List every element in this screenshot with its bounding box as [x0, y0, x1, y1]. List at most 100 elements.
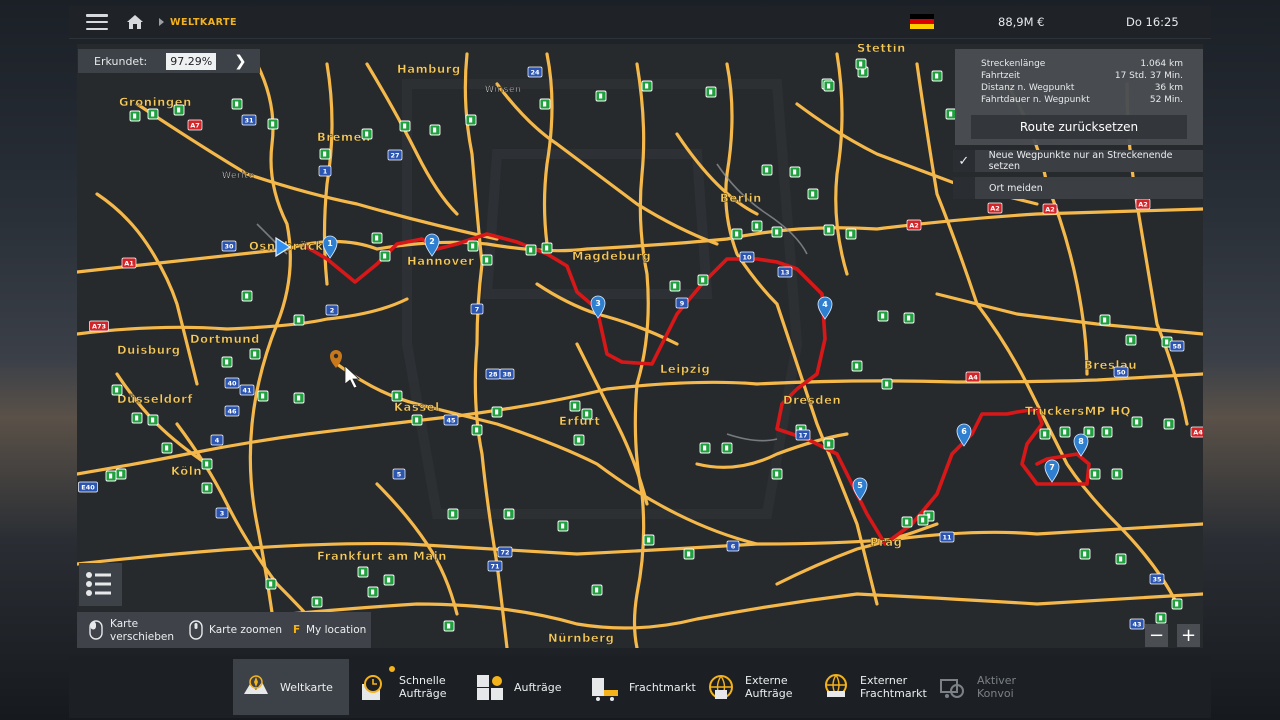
convoy-icon — [940, 679, 964, 698]
tab-schnelle-auftraege[interactable]: Schnelle Aufträge — [360, 659, 447, 715]
reset-route-button[interactable]: Route zurücksetzen — [971, 115, 1187, 139]
route-time-value: 17 Std. 37 Min. — [1114, 71, 1183, 81]
explored-label: Erkundet: — [94, 54, 148, 68]
road-shield-icon: A2 — [987, 202, 1003, 214]
service-station-icon — [525, 244, 537, 256]
service-station-icon — [699, 442, 711, 454]
service-station-icon — [1111, 468, 1123, 480]
tab-konvoi-line1: Aktiver — [977, 674, 1017, 687]
zoom-in-button[interactable]: + — [1177, 624, 1200, 647]
service-station-icon — [201, 458, 213, 470]
service-station-icon — [761, 164, 773, 176]
road-shield-icon: 17 — [795, 429, 811, 441]
road-shield-icon: A2 — [1135, 198, 1151, 210]
zoom-hint: Karte zoomen — [209, 624, 283, 636]
tab-externe-auftraege[interactable]: Externe Aufträge — [706, 659, 793, 715]
road-number-label: 1 — [323, 168, 328, 176]
road-number-label: 71 — [490, 563, 500, 571]
road-shield-icon: 71 — [487, 560, 503, 572]
layer-filter-button[interactable] — [79, 563, 122, 606]
route-length-label: Streckenlänge — [981, 59, 1046, 69]
road-shield-icon: 5 — [392, 468, 406, 480]
service-station-icon — [399, 120, 411, 132]
road-shield-icon: 43 — [1129, 618, 1145, 630]
waypoint-marker-icon[interactable]: 6 — [956, 423, 972, 447]
clock-crate-icon — [362, 675, 382, 700]
location-hint[interactable]: My location — [306, 624, 366, 636]
zoom-out-button[interactable]: − — [1145, 624, 1168, 647]
route-length-value: 1.064 km — [1140, 59, 1183, 69]
home-icon[interactable] — [125, 12, 145, 32]
tab-externer-frachtmarkt[interactable]: Externer Frachtmarkt — [821, 659, 927, 715]
waypoint-number: 1 — [327, 239, 333, 248]
service-station-icon — [221, 356, 233, 368]
service-station-icon — [881, 378, 893, 390]
service-station-icon — [447, 508, 459, 520]
service-station-icon — [361, 128, 373, 140]
road-shield-icon: E40 — [78, 481, 98, 493]
service-station-icon — [173, 104, 185, 116]
road-shield-icon: 50 — [1113, 366, 1129, 378]
tab-frachtmarkt-label: Frachtmarkt — [629, 680, 696, 694]
road-number-label: 50 — [1116, 369, 1126, 377]
service-station-icon — [751, 220, 763, 232]
road-shield-icon: 10 — [739, 251, 755, 263]
road-number-label: 41 — [242, 387, 252, 395]
service-station-icon — [541, 242, 553, 254]
tab-weltkarte-label: Weltkarte — [280, 680, 333, 694]
road-shield-icon: 6 — [726, 540, 740, 552]
drag-hint: Karte verschieben — [110, 618, 174, 644]
road-number-label: 9 — [680, 300, 685, 308]
globe-trailer-icon — [825, 674, 847, 697]
service-station-icon — [697, 274, 709, 286]
road-shield-icon: 40 — [224, 377, 240, 389]
chevron-right-icon[interactable]: ❯ — [234, 52, 247, 70]
map-compass-icon — [244, 675, 268, 694]
city-label: Duisburg — [117, 343, 181, 357]
waypoint-distance-label: Distanz n. Wegpunkt — [981, 83, 1075, 93]
service-station-icon — [823, 438, 835, 450]
service-station-icon — [267, 118, 279, 130]
service-station-icon — [161, 442, 173, 454]
service-station-icon — [823, 224, 835, 236]
tab-weltkarte[interactable]: Weltkarte — [233, 659, 349, 715]
money-balance: 88,9M € — [998, 15, 1045, 29]
option-waypoints-at-end[interactable]: ✓ Neue Wegpunkte nur an Streckenende set… — [953, 150, 1203, 172]
service-station-icon — [147, 414, 159, 426]
service-station-icon — [539, 98, 551, 110]
service-station-icon — [1059, 426, 1071, 438]
tab-schnelle-line2: Aufträge — [399, 687, 447, 700]
waypoint-marker-icon[interactable]: 5 — [852, 477, 868, 501]
road-shield-icon: 30 — [221, 240, 237, 252]
hamburger-icon[interactable] — [86, 14, 108, 30]
road-number-label: 58 — [1172, 343, 1182, 351]
service-station-icon — [771, 226, 783, 238]
waypoint-marker-icon[interactable]: 2 — [424, 233, 440, 257]
service-station-icon — [683, 548, 695, 560]
road-shield-icon: 35 — [1149, 573, 1165, 585]
road-number-label: A2 — [909, 222, 919, 230]
city-label: Leipzig — [660, 362, 710, 376]
country-flag-icon — [910, 14, 934, 29]
city-label: Magdeburg — [572, 249, 651, 263]
service-station-icon — [643, 534, 655, 546]
road-number-label: 27 — [390, 152, 399, 160]
checkbox-empty-icon[interactable] — [953, 177, 975, 199]
tab-frachtmarkt[interactable]: Frachtmarkt — [590, 659, 696, 715]
service-station-icon — [581, 408, 593, 420]
tab-auftraege[interactable]: Aufträge — [475, 659, 562, 715]
service-station-icon — [807, 188, 819, 200]
route-time-label: Fahrtzeit — [981, 71, 1021, 81]
checkbox-checked-icon[interactable]: ✓ — [953, 150, 975, 172]
service-station-icon — [1115, 553, 1127, 565]
tab-konvoi-line2: Konvoi — [977, 687, 1014, 700]
waypoint-marker-icon[interactable]: 4 — [817, 296, 833, 320]
waypoint-marker-icon[interactable]: 7 — [1044, 459, 1060, 483]
mouse-drag-icon — [89, 620, 103, 640]
service-station-icon — [111, 384, 123, 396]
road-number-label: 2 — [330, 307, 335, 315]
tab-auftraege-label: Aufträge — [514, 680, 562, 694]
option-avoid-city[interactable]: Ort meiden — [953, 177, 1203, 199]
option-avoid-label: Ort meiden — [989, 182, 1043, 194]
layers-icon — [86, 572, 111, 596]
